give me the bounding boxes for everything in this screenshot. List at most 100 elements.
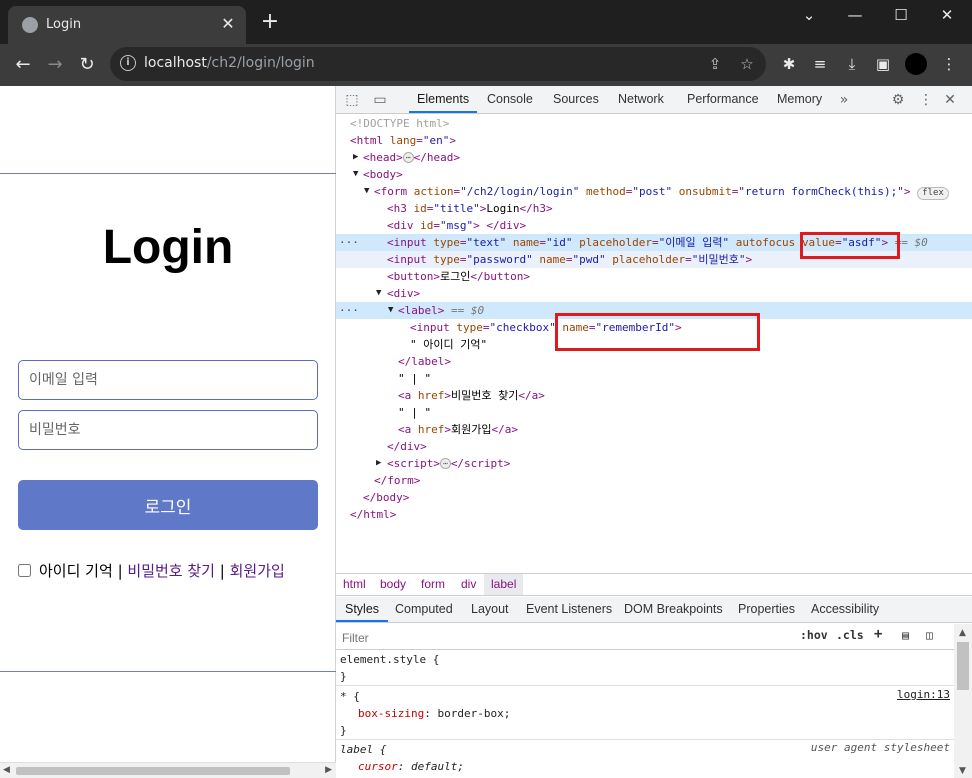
rule-label-source: user agent stylesheet [810,741,950,754]
tab-accessibility[interactable]: Accessibility [811,597,879,622]
dom-node[interactable]: ▼ <body> [336,166,972,183]
paint-icon[interactable]: ▤ [902,628,909,642]
browser-tab[interactable]: Login ✕ [8,6,246,44]
tab-event-listeners[interactable]: Event Listeners [526,597,612,622]
crumb-html[interactable]: html [336,574,373,595]
dom-node[interactable]: ▶ <head> ⋯ </head> [336,149,972,166]
dom-node[interactable]: " | " [336,404,972,421]
tab-performance[interactable]: Performance [687,86,759,113]
dom-node[interactable]: </label> [336,353,972,370]
dom-node[interactable]: <h3 id="title">Login</h3> [336,200,972,217]
scroll-up-icon[interactable]: ▲ [959,628,966,638]
dom-node[interactable]: " | " [336,370,972,387]
tab-network[interactable]: Network [618,86,664,113]
settings-gear-icon[interactable]: ⚙ [888,90,908,110]
reload-icon[interactable]: ↻ [73,52,101,78]
password-input[interactable] [18,410,318,450]
flex-badge[interactable]: flex [917,187,949,200]
tab-elements[interactable]: Elements [409,86,478,113]
scrollbar-thumb[interactable] [957,642,969,690]
tab-search-icon[interactable]: ⌄ [786,0,832,30]
close-window-button[interactable]: ✕ [924,0,970,30]
dom-node[interactable]: <button>로그인</button> [336,268,972,285]
rule-star-selector[interactable]: * { [340,688,360,705]
dom-node[interactable]: <a href>비밀번호 찾기</a> [336,387,972,404]
remember-id-checkbox[interactable] [18,564,31,577]
toggle-sidebar-icon[interactable]: ◫ [926,628,933,642]
horizontal-scrollbar[interactable]: ◀ ▶ [0,762,336,778]
tab-sources[interactable]: Sources [553,86,599,113]
crumb-div[interactable]: div [454,574,483,595]
dom-node[interactable]: </div> [336,438,972,455]
email-input[interactable] [18,360,318,400]
remember-id-label[interactable]: 아이디 기억 [39,562,113,580]
login-title: Login [102,221,234,274]
dom-node[interactable]: </form> [336,472,972,489]
dom-node[interactable]: </html> [336,506,972,523]
tab-title: Login [46,17,82,32]
new-tab-button[interactable]: + [258,11,282,35]
device-toolbar-icon[interactable]: ▭ [370,90,390,110]
dom-node[interactable]: <html lang="en"> [336,132,972,149]
side-panel-icon[interactable]: ▣ [871,52,895,76]
download-icon[interactable]: ⤓ [840,52,864,76]
info-icon[interactable]: i [120,55,136,71]
url-text[interactable]: localhost/ch2/login/login [144,55,315,71]
dom-node[interactable]: ▶ <script> ⋯ </script> [336,455,972,472]
devtools-menu-icon[interactable]: ⋮ [916,90,936,110]
rule-divider [336,739,954,740]
rule-element-style[interactable]: element.style { [340,651,439,668]
profile-avatar[interactable] [905,53,927,75]
styles-vertical-scrollbar[interactable]: ▲ ▼ [954,624,972,778]
tab-memory[interactable]: Memory [777,86,822,113]
login-button[interactable]: 로그인 [18,480,318,530]
scroll-down-icon[interactable]: ▼ [959,766,966,776]
menu-kebab-icon[interactable]: ⋮ [937,52,961,76]
close-tab-icon[interactable]: ✕ [218,14,238,34]
inspect-element-icon[interactable]: ⬚ [342,90,362,110]
dom-node[interactable]: </body> [336,489,972,506]
highlight-name-box [555,313,760,351]
media-icon[interactable]: ≡ [808,52,832,76]
signup-link[interactable]: 회원가입 [230,562,285,580]
extensions-icon[interactable]: ✱ [777,52,801,76]
scroll-right-icon[interactable]: ▶ [325,765,332,775]
share-icon[interactable]: ⇪ [704,53,726,75]
bookmark-star-icon[interactable]: ☆ [736,53,758,75]
maximize-button[interactable]: ☐ [878,0,924,30]
minimize-button[interactable]: — [832,0,878,30]
rule-label-selector[interactable]: label { [340,741,386,758]
tab-dom-breakpoints[interactable]: DOM Breakpoints [624,597,723,622]
tab-computed[interactable]: Computed [395,597,453,622]
styles-filter-input[interactable] [340,627,792,648]
tab-styles[interactable]: Styles [336,597,389,622]
new-rule-icon[interactable]: + [874,626,882,642]
styles-rules[interactable]: element.style { } * { login:13 box-sizin… [336,651,954,778]
address-bar[interactable]: i localhost/ch2/login/login ⇪ ☆ [110,47,766,81]
rule-close: } [340,670,347,683]
rule-label-declaration[interactable]: cursor: default; [358,758,464,775]
forward-icon[interactable]: → [41,52,69,78]
dom-node[interactable]: ▼ <form action="/ch2/login/login" method=… [336,183,972,200]
crumb-body[interactable]: body [373,574,413,595]
tab-layout[interactable]: Layout [471,597,509,622]
tab-console[interactable]: Console [487,86,533,113]
dom-tree[interactable]: <!DOCTYPE html> <html lang="en"> ▶ <head>… [336,115,972,573]
close-devtools-icon[interactable]: ✕ [940,90,960,110]
tab-properties[interactable]: Properties [738,597,795,622]
rule-star-declaration[interactable]: box-sizing: border-box; [358,705,510,722]
cls-toggle[interactable]: .cls [836,628,864,642]
back-icon[interactable]: ← [9,52,37,78]
dom-node[interactable]: <!DOCTYPE html> [336,115,972,132]
rule-star-source-link[interactable]: login:13 [897,688,950,701]
crumb-label[interactable]: label [484,574,524,595]
globe-icon [22,17,38,33]
crumb-form[interactable]: form [414,574,452,595]
find-password-link[interactable]: 비밀번호 찾기 [127,562,215,580]
more-tabs-icon[interactable]: » [834,90,854,110]
scroll-left-icon[interactable]: ◀ [3,765,10,775]
dom-node[interactable]: ▼ <div> [336,285,972,302]
hov-toggle[interactable]: :hov [800,628,828,642]
dom-node[interactable]: <a href>회원가입</a> [336,421,972,438]
scrollbar-thumb[interactable] [16,767,290,775]
